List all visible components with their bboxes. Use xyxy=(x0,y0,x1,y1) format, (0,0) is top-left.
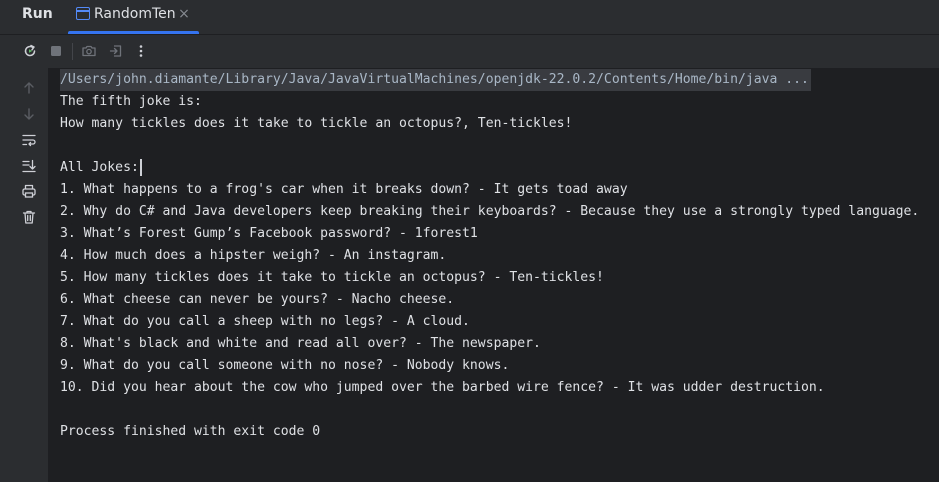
stop-icon[interactable] xyxy=(46,41,66,61)
trash-icon[interactable] xyxy=(19,207,39,227)
soft-wrap-icon[interactable] xyxy=(19,130,39,150)
console-line-text: All Jokes: xyxy=(60,160,139,175)
more-vertical-icon[interactable] xyxy=(131,41,151,61)
console-line: The fifth joke is: xyxy=(60,94,202,109)
console-line: How many tickles does it take to tickle … xyxy=(60,116,573,131)
console-side-toolbar xyxy=(0,68,48,482)
scroll-to-end-icon[interactable] xyxy=(19,156,39,176)
tab-randomten[interactable]: RandomTen × xyxy=(68,0,199,34)
console-line: 4. How much does a hipster weigh? - An i… xyxy=(60,248,447,263)
arrow-down-icon[interactable] xyxy=(19,104,39,124)
exit-status-line: Process finished with exit code 0 xyxy=(60,424,321,439)
exit-icon[interactable] xyxy=(106,41,126,61)
console-line: 5. How many tickles does it take to tick… xyxy=(60,270,604,285)
active-tab-indicator xyxy=(68,31,199,34)
run-tool-window-title: Run xyxy=(22,6,53,22)
console-line: 10. Did you hear about the cow who jumpe… xyxy=(60,380,825,395)
arrow-up-icon[interactable] xyxy=(19,78,39,98)
console-line: 3. What’s Forest Gump’s Facebook passwor… xyxy=(60,226,478,241)
run-tab-bar: Run RandomTen × xyxy=(0,0,939,35)
run-toolbar xyxy=(0,35,939,68)
console-line: 1. What happens to a frog's car when it … xyxy=(60,182,628,197)
console-output[interactable]: /Users/john.diamante/Library/Java/JavaVi… xyxy=(48,68,939,482)
console-line: 6. What cheese can never be yours? - Nac… xyxy=(60,292,455,307)
console-line: 9. What do you call someone with no nose… xyxy=(60,358,510,373)
rerun-icon[interactable] xyxy=(20,41,40,61)
text-caret xyxy=(139,159,142,176)
command-line[interactable]: /Users/john.diamante/Library/Java/JavaVi… xyxy=(60,69,811,91)
tab-title: RandomTen xyxy=(94,6,176,22)
camera-icon[interactable] xyxy=(79,41,99,61)
close-icon[interactable]: × xyxy=(178,6,190,22)
toolbar-separator xyxy=(72,43,73,60)
console-line: 7. What do you call a sheep with no legs… xyxy=(60,314,470,329)
window-icon xyxy=(76,7,90,20)
console-line-with-caret[interactable]: All Jokes: xyxy=(60,157,142,179)
console-line: 2. Why do C# and Java developers keep br… xyxy=(60,204,920,219)
print-icon[interactable] xyxy=(19,181,39,201)
console-line: 8. What's black and white and read all o… xyxy=(60,336,541,351)
